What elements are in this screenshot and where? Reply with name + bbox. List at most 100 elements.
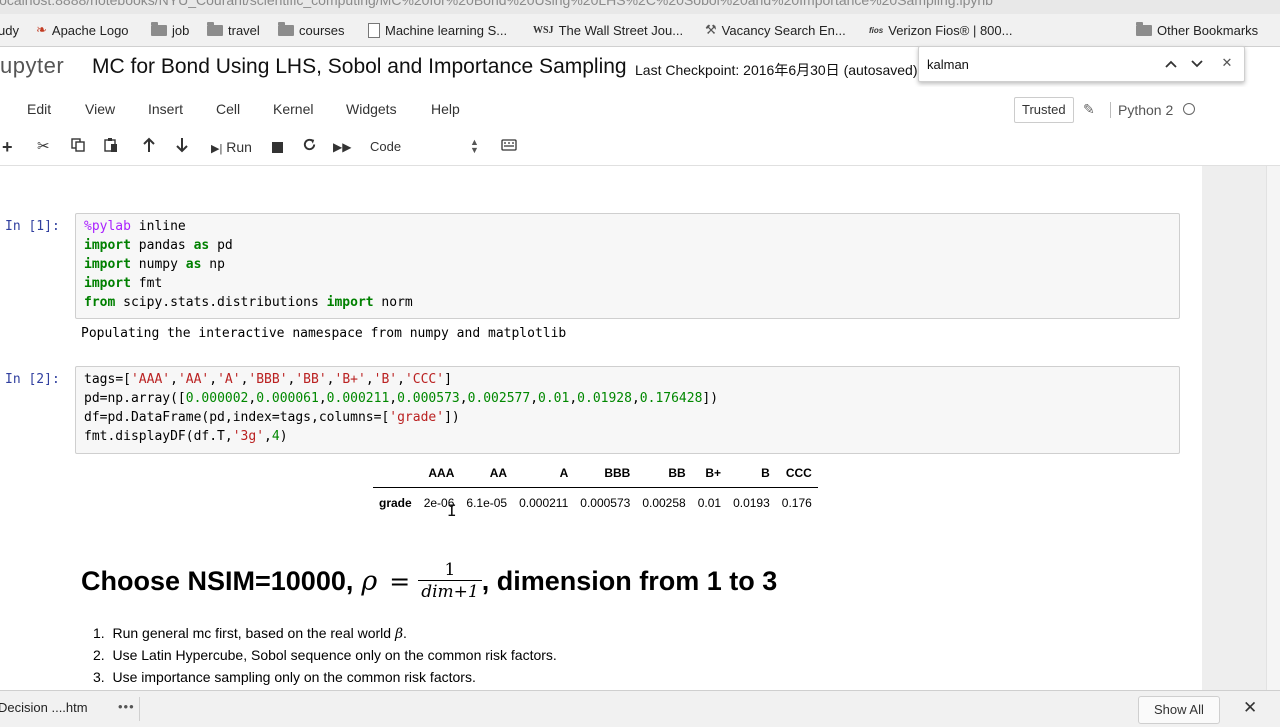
table-cell: 0.000573 [580,496,631,510]
kernel-idle-icon [1183,103,1195,115]
download-bar: Decision ....htm ••• Show All ✕ [0,690,1280,727]
jupyter-logo[interactable]: upyter [0,53,64,79]
find-previous-button[interactable] [1161,52,1181,74]
run-all-button[interactable]: ▶▶ [333,137,351,157]
bookmark-other-bookmarks[interactable]: Other Bookmarks [1136,21,1258,39]
table-row: grade 2e-06 6.1e-05 0.000211 0.000573 0.… [373,488,818,516]
run-button[interactable]: ▶| Run [211,137,252,157]
bookmark-label: Other Bookmarks [1157,22,1259,38]
code-line: df=pd.DataFrame(pd,index=tags,columns=['… [84,410,460,425]
trusted-indicator[interactable]: Trusted [1014,97,1074,123]
code-line: from scipy.stats.distributions import no… [84,295,413,310]
column-header: B+ [691,463,728,488]
pencil-icon[interactable]: ✎ [1083,101,1095,118]
interrupt-button[interactable] [272,137,283,157]
download-item[interactable]: Decision ....htm [0,700,88,715]
code-line: %pylab inline [84,219,186,234]
bookmark-label: job [172,22,190,38]
url-text[interactable]: localhost:8888/notebooks/NYU_Courant/sci… [0,0,993,8]
paste-icon [104,138,117,152]
move-down-button[interactable] [175,137,189,157]
find-close-button[interactable]: ✕ [1217,52,1237,74]
menu-insert[interactable]: Insert [148,101,183,117]
beta-symbol: β [394,626,404,642]
table-corner [373,463,418,488]
bookmark-label: Apache Logo [51,22,129,38]
find-bar: ✕ [918,46,1245,82]
menu-cell[interactable]: Cell [216,101,240,117]
show-all-button[interactable]: Show All [1138,696,1220,724]
list-item: 2. Use Latin Hypercube, Sobol sequence o… [93,647,557,663]
command-palette-button[interactable] [501,137,517,157]
menu-help[interactable]: Help [431,101,460,117]
bookmark-label: The Wall Street Jou... [558,22,684,38]
address-bar[interactable]: localhost:8888/notebooks/NYU_Courant/sci… [0,0,1280,14]
code-line: import fmt [84,276,163,291]
code-line: import numpy as np [84,257,225,272]
arrow-down-icon [176,138,188,153]
wsj-icon: WSJ [533,24,554,36]
fraction-denominator: dim+1 [418,580,482,603]
column-header: BB [636,463,692,488]
menu-kernel[interactable]: Kernel [273,101,313,117]
copy-icon [71,138,85,152]
bookmark-machine-learning[interactable]: Machine learning S... [368,21,507,39]
bookmark-udy[interactable]: udy [0,21,19,39]
move-up-button[interactable] [142,137,156,157]
table-cell: 0.01 [697,496,722,510]
table-cell: 0.0193 [733,496,770,510]
menu-widgets[interactable]: Widgets [346,101,397,117]
fast-forward-icon: ▶▶ [333,140,352,154]
list-item-text: Run general mc first, based on the real … [112,625,395,641]
copy-button[interactable] [70,137,86,157]
folder-icon [1136,21,1152,36]
find-input[interactable] [925,53,1144,75]
kernel-name[interactable]: Python 2 [1110,102,1173,118]
stop-icon [272,141,283,153]
cut-button[interactable]: ✂ [37,137,50,157]
fios-icon: fios [869,25,884,35]
chevron-up-icon [1165,60,1177,68]
code-line: fmt.displayDF(df.T,'3g',4) [84,429,288,444]
fraction: 1 dim+1 [418,560,482,603]
bookmark-label: Verizon Fios® | 800... [888,22,1013,38]
bookmark-label: Vacancy Search En... [721,22,846,38]
code-line: tags=['AAA','AA','A','BBB','BB','B+','B'… [84,372,452,387]
bookmark-wsj[interactable]: WSJ The Wall Street Jou... [533,21,683,39]
table-cell: 0.176 [781,496,812,510]
bookmark-label: courses [299,22,345,38]
code-line: import pandas as pd [84,238,233,253]
bookmark-apache-logo[interactable]: ❧ Apache Logo [36,21,129,39]
list-item-text: Use importance sampling only on the comm… [112,669,476,685]
close-icon[interactable]: ✕ [1243,698,1257,718]
bookmark-travel[interactable]: travel [207,21,260,39]
bookmark-label: udy [0,22,19,38]
bookmark-vacancy-search[interactable]: ⚒ Vacancy Search En... [705,21,846,39]
menu-edit[interactable]: Edit [27,101,51,117]
code-cell-input[interactable]: tags=['AAA','AA','A','BBB','BB','B+','B'… [75,366,1180,454]
restart-button[interactable] [302,137,317,157]
list-item-text: Use Latin Hypercube, Sobol sequence only… [112,647,557,663]
bookmark-label: travel [228,22,260,38]
find-next-button[interactable] [1187,52,1207,74]
bookmark-job[interactable]: job [151,21,189,39]
column-header: BBB [574,463,637,488]
bookmark-courses[interactable]: courses [278,21,345,39]
menu-view[interactable]: View [85,101,115,117]
divider [139,697,140,721]
add-cell-button[interactable]: + [2,137,13,157]
cell-type-value: Code [370,139,402,154]
list-item-end: . [403,625,407,641]
code-cell-input[interactable]: %pylab inline import pandas as pd import… [75,213,1180,319]
input-prompt: In [2]: [5,372,60,387]
checkpoint-status: Last Checkpoint: 2016年6月30日 (autosaved) [635,62,918,78]
restart-icon [303,138,316,151]
notebook-container: In [1]: %pylab inline import pandas as p… [0,166,1202,690]
bookmark-verizon-fios[interactable]: fios Verizon Fios® | 800... [869,21,1012,39]
run-label: Run [226,139,252,155]
paste-button[interactable] [103,137,119,157]
column-header: A [513,463,575,488]
scrollbar[interactable] [1266,166,1280,690]
notebook-title[interactable]: MC for Bond Using LHS, Sobol and Importa… [92,55,627,79]
more-options-icon[interactable]: ••• [118,699,135,714]
